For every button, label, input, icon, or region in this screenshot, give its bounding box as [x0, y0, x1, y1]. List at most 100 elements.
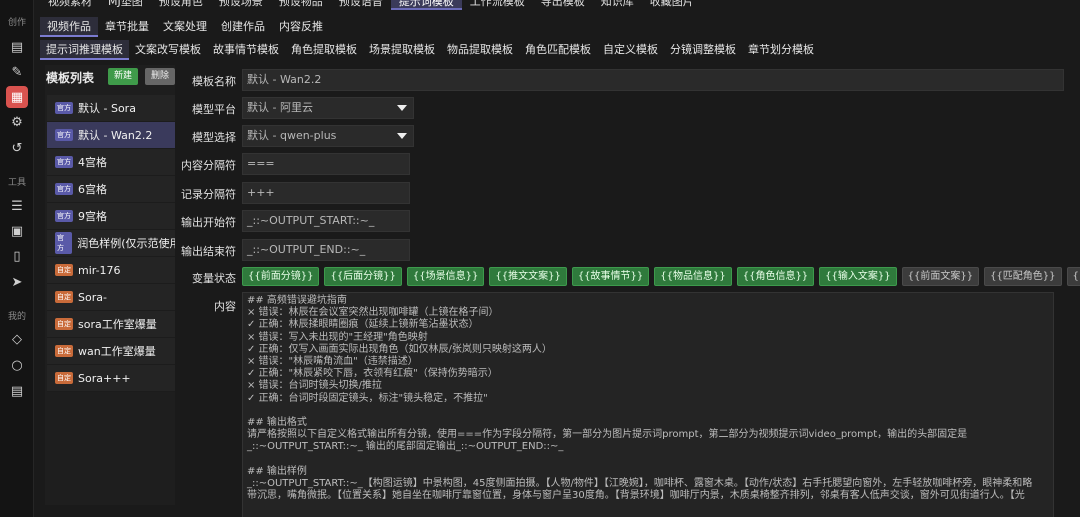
variable-chip[interactable]: {{推文文案}} — [489, 267, 567, 286]
template-list-item[interactable]: 自定 Sora- — [47, 284, 175, 311]
tab-copy-processing[interactable]: 文案处理 — [156, 17, 214, 37]
platform-label: 模型平台 — [192, 103, 236, 116]
content-line: _::~OUTPUT_START::~_【构图运镜】中景构图，45度侧面拍摄。【… — [247, 478, 1033, 490]
variable-chip[interactable]: {{故事情节}} — [571, 267, 650, 286]
template-name: 默认 - Sora — [78, 102, 136, 115]
template-tabs: 提示词推理模板 文案改写模板 故事情节模板 角色提取模板 场景提取模板 物品提取… — [40, 40, 820, 60]
template-tag-badge: 自定 — [55, 264, 73, 276]
variable-chip[interactable]: {{物品信息}} — [654, 267, 732, 286]
variable-chip[interactable]: {{输入文案}} — [819, 267, 897, 286]
send-icon[interactable]: ➤ — [6, 271, 28, 293]
top-menu-workflow[interactable]: 工作流模板 — [462, 0, 533, 10]
template-list-item[interactable]: 官方 默认 - Wan2.2 — [47, 122, 175, 149]
content-label: 内容 — [214, 300, 236, 313]
section-tools-label: 工具 — [7, 178, 26, 188]
section-create-label: 创作 — [7, 18, 26, 28]
tab-video-works[interactable]: 视频作品 — [40, 17, 98, 37]
top-menu-video-assets[interactable]: 视频素材 — [40, 0, 100, 10]
diamond-icon[interactable]: ◇ — [6, 328, 28, 350]
top-menu-prompt-templates[interactable]: 提示词模板 — [390, 0, 462, 10]
template-list-item[interactable]: 官方 默认 - Sora — [47, 95, 175, 122]
content-line: × 错误：写入未出现的"王经理"角色映射 — [247, 331, 428, 343]
top-menu-mj[interactable]: MJ垫图 — [100, 0, 151, 10]
library-icon[interactable]: ▦ — [6, 86, 28, 108]
platform-select[interactable]: 默认 - 阿里云 — [242, 97, 414, 119]
tab-role-extract[interactable]: 角色提取模板 — [285, 40, 363, 60]
top-menu-voices[interactable]: 预设语音 — [331, 0, 391, 10]
top-menu-knowledge[interactable]: 知识库 — [593, 0, 642, 10]
tab-chapter-split[interactable]: 章节划分模板 — [742, 40, 820, 60]
book-icon[interactable]: ▤ — [6, 380, 28, 402]
gear-icon[interactable]: ⚙ — [6, 111, 28, 133]
top-menu-roles[interactable]: 预设角色 — [151, 0, 211, 10]
delete-template-button[interactable]: 删除 — [145, 68, 175, 85]
tab-role-match[interactable]: 角色匹配模板 — [519, 40, 597, 60]
template-list-item[interactable]: 官方 4宫格 — [47, 149, 175, 176]
tab-reverse[interactable]: 内容反推 — [272, 17, 330, 37]
template-list-item[interactable]: 官方 9宫格 — [47, 203, 175, 230]
content-line: ## 输出格式 — [247, 417, 307, 429]
content-line — [247, 405, 1049, 417]
tab-custom[interactable]: 自定义模板 — [597, 40, 664, 60]
variable-chip[interactable]: {{反推结果}} — [1066, 267, 1080, 286]
tab-chapter-batch[interactable]: 章节批量 — [98, 17, 156, 37]
template-list-item[interactable]: 官方 6宫格 — [47, 176, 175, 203]
tab-shot-adjust[interactable]: 分镜调整模板 — [664, 40, 742, 60]
variable-chip[interactable]: {{匹配角色}} — [984, 267, 1062, 286]
template-list-item[interactable]: 官方 润色样例(仅示范使用 — [47, 230, 175, 257]
top-menu-scenes[interactable]: 预设场景 — [211, 0, 271, 10]
top-menu-items[interactable]: 预设物品 — [271, 0, 331, 10]
record-sep-input[interactable]: +++ — [242, 182, 410, 204]
content-line — [247, 454, 1049, 466]
template-name: 4宫格 — [78, 156, 107, 169]
template-name: wan工作室爆量 — [78, 345, 156, 358]
content-sep-input[interactable]: === — [242, 153, 410, 175]
history-icon[interactable]: ↺ — [6, 137, 28, 159]
content-line: ✓ 正确：台词时段固定镜头，标注"镜头稳定，不推拉" — [247, 392, 488, 404]
tab-copy-rewrite[interactable]: 文案改写模板 — [129, 40, 207, 60]
template-name: Sora- — [78, 290, 107, 304]
primary-tabs: 视频作品 章节批量 文案处理 创建作品 内容反推 — [40, 17, 330, 37]
content-line: ## 输出样例 — [247, 465, 307, 477]
variable-chip[interactable]: {{后面分镜}} — [324, 267, 402, 286]
folder-icon[interactable]: ▤ — [6, 36, 28, 58]
variable-chip[interactable]: {{前面分镜}} — [242, 267, 320, 286]
briefcase-icon[interactable]: ▣ — [6, 220, 28, 242]
template-list-item[interactable]: 自定 wan工作室爆量 — [47, 338, 175, 365]
tab-create-work[interactable]: 创建作品 — [214, 17, 272, 37]
template-list-item[interactable]: 自定 mir-176 — [47, 257, 175, 284]
output-start-input[interactable]: _::~OUTPUT_START::~_ — [242, 210, 410, 232]
document-icon[interactable]: ▯ — [6, 245, 28, 267]
list-tool-icon[interactable]: ☰ — [6, 195, 28, 217]
tab-prompt-inference[interactable]: 提示词推理模板 — [40, 40, 129, 60]
variable-chip[interactable]: {{场景信息}} — [406, 267, 485, 286]
template-tag-badge: 官方 — [55, 232, 73, 254]
left-rail: 创作 ▤ ✎ ▦ ⚙ ↺ 工具 ☰ ▣ ▯ ➤ 我的 ◇ ○ ▤ — [0, 0, 34, 517]
template-list-item[interactable]: 自定 Sora+++ — [47, 365, 175, 392]
template-tag-badge: 自定 — [55, 345, 73, 357]
template-tag-badge: 自定 — [55, 291, 73, 303]
chat-icon[interactable]: ○ — [6, 354, 28, 376]
variable-chip[interactable]: {{角色信息}} — [736, 267, 815, 286]
top-menu-favorites[interactable]: 收藏图片 — [642, 0, 702, 10]
template-list-title: 模板列表 — [46, 71, 95, 85]
content-line: ✓ 正确："林辰紧咬下唇，衣领有红痕"（保持伤势暗示） — [247, 368, 498, 380]
top-menu: 视频素材 MJ垫图 预设角色 预设场景 预设物品 预设语音 提示词模板 工作流模… — [40, 0, 702, 10]
tab-scene-extract[interactable]: 场景提取模板 — [363, 40, 441, 60]
template-tag-badge: 官方 — [55, 102, 73, 114]
variable-chip[interactable]: {{前面文案}} — [901, 267, 980, 286]
template-tag-badge: 官方 — [55, 210, 73, 222]
tab-item-extract[interactable]: 物品提取模板 — [441, 40, 519, 60]
model-select[interactable]: 默认 - qwen-plus — [242, 125, 414, 147]
top-menu-export[interactable]: 导出模板 — [533, 0, 593, 10]
template-name-input[interactable]: 默认 - Wan2.2 — [242, 69, 1064, 91]
vars-label: 变量状态 — [192, 272, 236, 285]
output-end-label: 输出结束符 — [181, 245, 236, 258]
tab-story-plot[interactable]: 故事情节模板 — [207, 40, 285, 60]
new-template-button[interactable]: 新建 — [108, 68, 138, 85]
template-tag-badge: 官方 — [55, 156, 73, 168]
pencil-icon[interactable]: ✎ — [6, 61, 28, 83]
content-textarea[interactable]: ## 高频错误避坑指南 × 错误：林辰在会议室突然出现咖啡罐（上镜在格子间） ✓ 正… — [242, 292, 1054, 517]
template-list-item[interactable]: 自定 sora工作室爆量 — [47, 311, 175, 338]
output-end-input[interactable]: _::~OUTPUT_END::~_ — [242, 239, 410, 261]
